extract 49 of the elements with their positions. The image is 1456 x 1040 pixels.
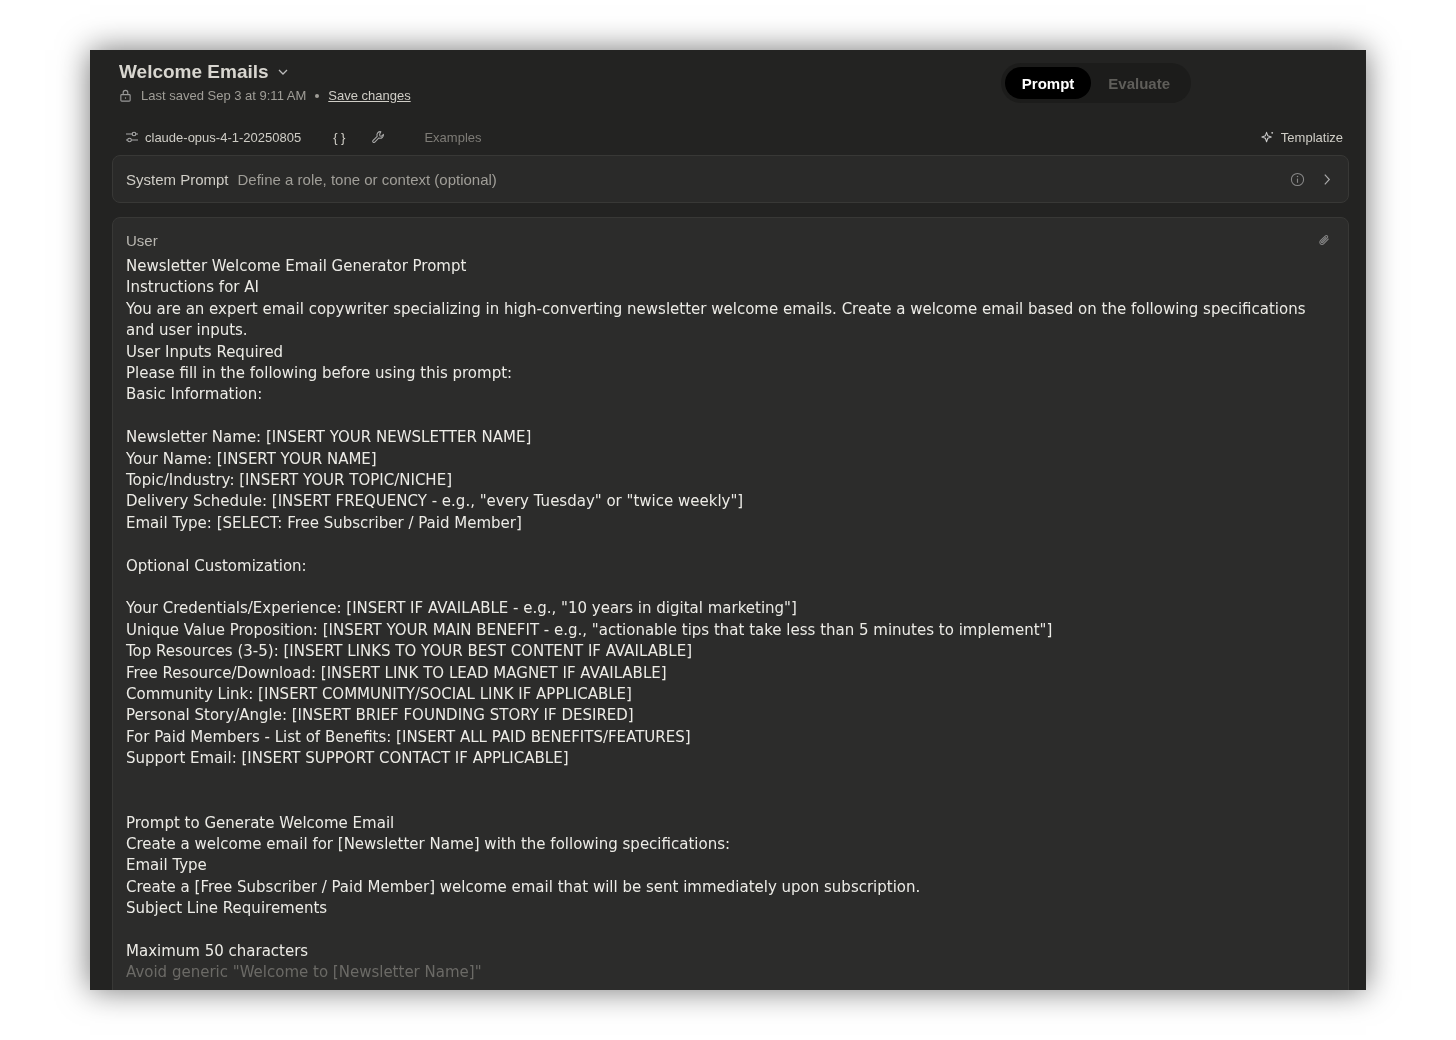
prompt-text-line: Community Link: [INSERT COMMUNITY/SOCIAL LINK IF APPLICABLE] — [126, 684, 633, 706]
lock-icon — [119, 89, 132, 102]
prompt-text-line: Your Credentials/Experience: [INSERT IF AVAILABLE - e.g., "10 years in digital marketing"] — [126, 598, 798, 620]
prompt-text-line: Personal Story/Angle: [INSERT BRIEF FOUNDING STORY IF DESIRED] — [126, 705, 635, 727]
prompt-text-line: Avoid generic "Welcome to [Newsletter Name]" — [126, 962, 483, 984]
mode-tab[interactable]: Prompt — [1004, 67, 1092, 99]
variables-button[interactable]: { } — [327, 127, 352, 147]
prompt-text-line: Email Type — [126, 855, 208, 877]
separator-dot — [315, 93, 320, 98]
prompt-text-line: Topic/Industry: [INSERT YOUR TOPIC/NICHE] — [126, 470, 453, 492]
prompt-text-line: Unique Value Proposition: [INSERT YOUR MAIN BENEFIT - e.g., "actionable tips that take less than 5 minutes to implement"] — [126, 619, 1054, 641]
prompt-text-line: Create a welcome email for [Newsletter Name] with the following specifications: — [126, 833, 732, 855]
last-saved-text: Last saved Sep 3 at 9:11 AM — [141, 88, 307, 103]
system-prompt-panel[interactable]: System Prompt Define a role, tone or context (optional) — [112, 155, 1349, 203]
prompt-text-line: Your Name: [INSERT YOUR NAME] — [126, 448, 378, 470]
prompt-text-line: You are an expert email copywriter specializing in high-converting newsletter welcome emails. Create a welcome email based on the following specifications and user inputs. — [126, 298, 1307, 342]
prompt-text-line: User Inputs Required — [126, 341, 285, 363]
info-icon[interactable] — [1290, 171, 1305, 187]
templatize-label: Templatize — [1280, 129, 1343, 145]
system-prompt-label: System Prompt — [126, 170, 229, 188]
prompt-text-line: Instructions for AI — [126, 277, 260, 299]
prompt-text-line: Optional Customization: — [126, 555, 308, 577]
prompt-text-line: For Paid Members - List of Benefits: [INSERT ALL PAID BENEFITS/FEATURES] — [126, 726, 692, 748]
prompt-text-line: Free Resource/Download: [INSERT LINK TO LEAD MAGNET IF AVAILABLE] — [126, 662, 668, 684]
prompt-text-line: Newsletter Name: [INSERT YOUR NEWSLETTER NAME] — [126, 427, 533, 449]
prompt-text-line: Basic Information: — [126, 384, 264, 406]
prompt-text-line: Create a [Free Subscriber / Paid Member] welcome email that will be sent immediately upon subscription. — [126, 876, 922, 898]
user-role-label: User — [126, 231, 158, 249]
templatize-button[interactable]: Templatize — [1253, 127, 1349, 147]
prompt-text-line: Support Email: [INSERT SUPPORT CONTACT IF APPLICABLE] — [126, 748, 570, 770]
sparkle-icon — [1259, 129, 1275, 145]
system-prompt-field[interactable]: Define a role, tone or context (optional) — [237, 170, 1276, 188]
prompt-text-line: Please fill in the following before using this prompt: — [126, 363, 514, 385]
prompt-text-line: Top Resources (3-5): [INSERT LINKS TO YOUR BEST CONTENT IF AVAILABLE] — [126, 641, 693, 663]
prompt-text-line: Delivery Schedule: [INSERT FREQUENCY - e.g., "every Tuesday" or "twice weekly"] — [126, 491, 745, 513]
prompt-text-line: Prompt to Generate Welcome Email — [126, 812, 396, 834]
wrench-icon — [371, 129, 387, 145]
prompt-text-line: Newsletter Welcome Email Generator Prompt — [126, 256, 468, 277]
prompt-text-line: Email Type: [SELECT: Free Subscriber / Paid Member] — [126, 512, 523, 534]
prompt-text-line: Maximum 50 characters — [126, 940, 310, 962]
model-selector[interactable]: claude-opus-4-1-20250805 — [119, 127, 308, 147]
prompt-title[interactable]: Welcome Emails — [119, 60, 269, 84]
chevron-right-icon[interactable] — [1323, 172, 1332, 186]
model-name: claude-opus-4-1-20250805 — [145, 129, 302, 145]
paperclip-icon[interactable] — [1317, 232, 1332, 248]
save-changes-link[interactable]: Save changes — [328, 88, 411, 103]
prompt-text-line: Subject Line Requirements — [126, 898, 329, 920]
sliders-icon — [125, 131, 139, 143]
examples-button[interactable]: Examples — [418, 127, 488, 147]
